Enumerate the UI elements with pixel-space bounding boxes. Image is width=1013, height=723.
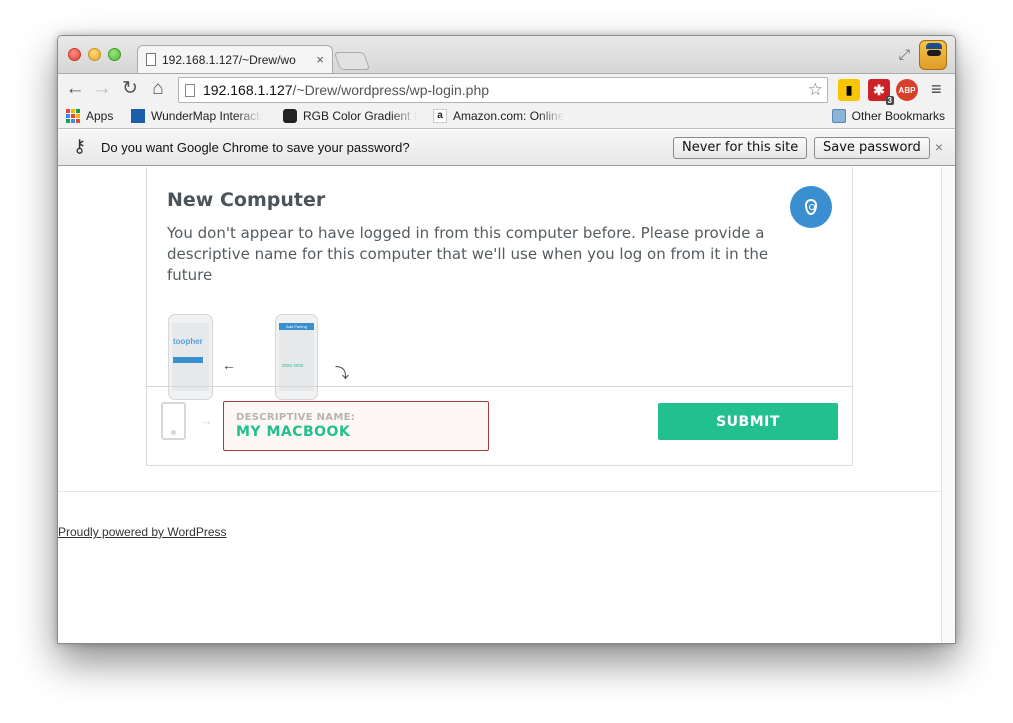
profile-avatar[interactable] xyxy=(919,40,947,70)
submit-button[interactable]: SUBMIT xyxy=(658,403,838,440)
never-for-this-site-button[interactable]: Never for this site xyxy=(673,137,808,159)
back-icon[interactable]: ← xyxy=(63,77,87,101)
powered-by-wordpress-link[interactable]: Proudly powered by WordPress xyxy=(58,525,227,539)
phone-outline-icon xyxy=(161,402,186,440)
phone-illustration-pairing: Add Pairing xxxx xxxx xyxy=(275,314,318,400)
infobar-close-icon[interactable]: × xyxy=(935,139,943,155)
arrow-down-right-icon: ⤵ xyxy=(335,365,349,381)
fullscreen-icon[interactable]: ⤢ xyxy=(899,46,910,63)
bookmark-wundermap[interactable]: WunderMap Interacti xyxy=(131,109,262,123)
browser-window: 192.168.1.127/~Drew/wo × ⤢ ← → ↻ ⌂ 192.1… xyxy=(57,35,956,644)
bookmark-label: Amazon.com: Online xyxy=(453,109,565,123)
bookmark-label: WunderMap Interacti xyxy=(151,109,263,123)
apps-grid-icon xyxy=(66,109,80,123)
zoom-window-button[interactable] xyxy=(108,48,121,61)
tab-strip: 192.168.1.127/~Drew/wo × ⤢ xyxy=(58,36,955,73)
gradient-icon xyxy=(283,109,297,123)
bookmark-other-folder[interactable]: Other Bookmarks xyxy=(831,109,945,123)
save-password-button[interactable]: Save password xyxy=(814,137,930,159)
bookmark-apps-label: Apps xyxy=(86,109,114,123)
new-tab-button[interactable] xyxy=(333,52,371,70)
location-pin-icon xyxy=(790,186,832,228)
amazon-icon: a xyxy=(433,109,447,123)
close-window-button[interactable] xyxy=(68,48,81,61)
tab-close-icon[interactable]: × xyxy=(316,52,324,67)
divider xyxy=(147,386,852,387)
page-icon xyxy=(146,53,156,66)
card-description: You don't appear to have logged in from … xyxy=(167,224,769,284)
reload-icon[interactable]: ↻ xyxy=(118,77,142,101)
toopher-logo-text: toopher xyxy=(173,337,203,346)
lastpass-extension-icon[interactable]: ✱ 3 xyxy=(868,79,894,105)
chrome-menu-icon[interactable]: ≡ xyxy=(931,79,942,100)
arrow-left-icon: ← xyxy=(222,357,236,373)
address-bar[interactable]: 192.168.1.127/~Drew/wordpress/wp-login.p… xyxy=(178,77,828,103)
minimize-window-button[interactable] xyxy=(88,48,101,61)
phone-extension-icon[interactable]: ▮ xyxy=(838,79,860,101)
toolbar: ← → ↻ ⌂ 192.168.1.127/~Drew/wordpress/wp… xyxy=(58,73,955,105)
bookmarks-bar: Apps WunderMap Interacti RGB Color Gradi… xyxy=(58,105,955,129)
pairing-header-text: Add Pairing xyxy=(279,323,314,330)
save-password-infobar: ⚷ Do you want Google Chrome to save your… xyxy=(58,130,955,166)
bookmark-apps[interactable]: Apps xyxy=(66,109,113,123)
wunderground-icon xyxy=(131,109,145,123)
url-host: 192.168.1.127 xyxy=(203,82,293,98)
descriptive-name-field[interactable]: DESCRIPTIVE NAME: MY MACBOOK xyxy=(223,401,489,451)
phone-bar xyxy=(173,357,203,363)
descriptive-name-label: DESCRIPTIVE NAME: xyxy=(236,412,356,423)
key-icon: ⚷ xyxy=(73,136,87,156)
bookmark-label: RGB Color Gradient I xyxy=(303,109,418,123)
footer-divider xyxy=(58,491,942,492)
phone-illustration-toopher: toopher xyxy=(168,314,213,400)
url-path: /~Drew/wordpress/wp-login.php xyxy=(292,82,490,98)
scrollbar[interactable] xyxy=(941,167,955,643)
infobar-message: Do you want Google Chrome to save your p… xyxy=(101,140,410,155)
new-computer-card: New Computer You don't appear to have lo… xyxy=(146,167,853,466)
adblock-extension-icon[interactable]: ABP xyxy=(896,79,918,101)
bookmark-rgb-gradient[interactable]: RGB Color Gradient I xyxy=(283,109,417,123)
bookmark-other-label: Other Bookmarks xyxy=(851,109,945,123)
folder-icon xyxy=(831,109,846,123)
bookmark-star-icon[interactable]: ☆ xyxy=(808,80,823,100)
forward-icon[interactable]: → xyxy=(90,77,114,101)
lastpass-badge: 3 xyxy=(885,96,894,105)
tab-active[interactable]: 192.168.1.127/~Drew/wo × xyxy=(137,45,333,73)
page-icon xyxy=(185,83,195,97)
tab-title: 192.168.1.127/~Drew/wo xyxy=(162,52,296,67)
card-title: New Computer xyxy=(167,189,326,211)
page-content: New Computer You don't appear to have lo… xyxy=(58,167,942,643)
home-icon[interactable]: ⌂ xyxy=(146,77,170,101)
pairing-code-text: xxxx xxxx xyxy=(282,363,304,369)
bookmark-amazon[interactable]: a Amazon.com: Online xyxy=(433,109,564,123)
descriptive-name-value[interactable]: MY MACBOOK xyxy=(236,424,350,440)
arrow-right-icon: → xyxy=(200,413,213,428)
